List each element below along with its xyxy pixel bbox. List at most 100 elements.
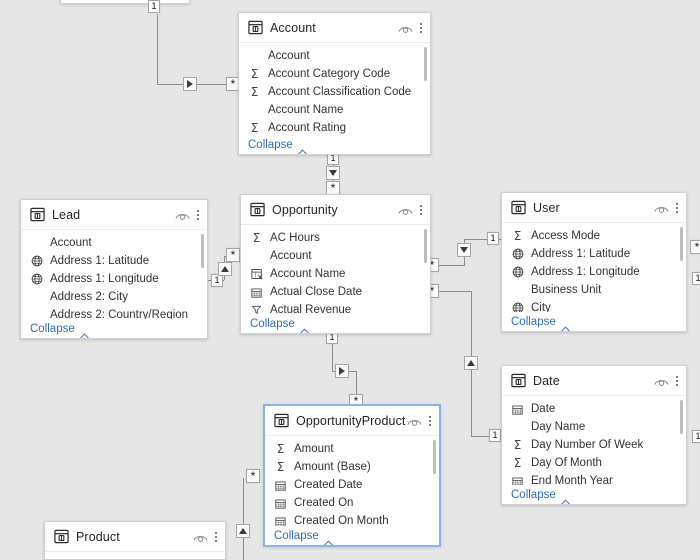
eye-icon[interactable] xyxy=(398,22,413,34)
field-list[interactable]: ΣAmountΣAmount (Base)Created DateCreated… xyxy=(265,436,439,526)
table-card-opportunityproduct[interactable]: OpportunityProductΣAmountΣAmount (Base)C… xyxy=(264,405,440,546)
cardinality-many[interactable]: * xyxy=(246,469,260,483)
more-options-icon[interactable] xyxy=(196,208,200,222)
table-header[interactable]: User xyxy=(502,193,686,223)
field-row[interactable]: City xyxy=(502,299,686,312)
collapse-footer[interactable]: Collapse xyxy=(502,312,686,331)
vertical-scrollbar[interactable] xyxy=(424,47,427,81)
partial-table-top-left[interactable] xyxy=(60,0,190,4)
cardinality-one[interactable]: 1 xyxy=(489,429,501,442)
relationship-line[interactable] xyxy=(157,14,158,84)
field-row[interactable]: ΣAccount Rating xyxy=(239,119,430,135)
field-row[interactable]: ΣDay Number Of Week xyxy=(502,436,686,454)
more-options-icon[interactable] xyxy=(419,21,423,35)
field-row[interactable]: Address 2: Country/Region xyxy=(21,306,207,319)
field-list[interactable]: AccountΣAccount Category CodeΣAccount Cl… xyxy=(239,43,430,135)
model-diagram-canvas[interactable]: 1 * 1 * 1 * * 1 * 1 1 * * * xyxy=(0,0,700,560)
cardinality-one[interactable]: 1 xyxy=(487,232,499,245)
table-card-user[interactable]: UserΣAccess ModeAddress 1: LatitudeAddre… xyxy=(501,192,687,332)
vertical-scrollbar[interactable] xyxy=(433,440,436,474)
arrow-right-icon[interactable] xyxy=(335,364,349,378)
field-row[interactable]: End Month Year xyxy=(502,472,686,485)
vertical-scrollbar[interactable] xyxy=(680,227,683,261)
chevron-up-icon[interactable] xyxy=(561,319,570,325)
field-row[interactable]: Created Date xyxy=(265,476,439,494)
table-card-product[interactable]: Product xyxy=(44,521,226,560)
table-card-account[interactable]: AccountAccountΣAccount Category CodeΣAcc… xyxy=(238,12,431,155)
table-header[interactable]: Account xyxy=(239,13,430,43)
arrow-right-icon[interactable] xyxy=(183,77,197,91)
more-options-icon[interactable] xyxy=(428,414,432,428)
table-card-opportunity[interactable]: OpportunityΣAC HoursAccountAccount NameA… xyxy=(240,194,431,334)
field-row[interactable]: Day Name xyxy=(502,418,686,436)
chevron-up-icon[interactable] xyxy=(80,326,89,332)
field-row[interactable]: Address 1: Latitude xyxy=(21,252,207,270)
collapse-footer[interactable]: Collapse xyxy=(239,135,430,154)
cardinality-many[interactable]: * xyxy=(226,248,240,262)
field-list[interactable]: AccountAddress 1: LatitudeAddress 1: Lon… xyxy=(21,230,207,319)
collapse-label[interactable]: Collapse xyxy=(30,323,75,335)
more-options-icon[interactable] xyxy=(675,201,679,215)
field-row[interactable]: Account Name xyxy=(241,265,430,283)
more-options-icon[interactable] xyxy=(214,530,218,544)
field-row[interactable]: ΣAccount Classification Code xyxy=(239,83,430,101)
table-header[interactable]: Product xyxy=(45,522,225,552)
arrow-up-icon[interactable] xyxy=(218,262,232,276)
field-list[interactable]: ΣAC HoursAccountAccount NameActual Close… xyxy=(241,225,430,314)
relationship-line[interactable] xyxy=(243,478,244,560)
more-options-icon[interactable] xyxy=(419,203,423,217)
field-row[interactable]: Business Unit xyxy=(502,281,686,299)
collapse-footer[interactable]: Collapse xyxy=(21,319,207,338)
table-header[interactable]: Lead xyxy=(21,200,207,230)
collapse-label[interactable]: Collapse xyxy=(250,318,295,330)
arrow-up-icon[interactable] xyxy=(464,356,478,370)
collapse-label[interactable]: Collapse xyxy=(511,316,556,328)
eye-icon[interactable] xyxy=(654,202,669,214)
field-row[interactable]: Actual Close Date xyxy=(241,283,430,301)
table-header[interactable]: Date xyxy=(502,366,686,396)
more-options-icon[interactable] xyxy=(675,374,679,388)
field-row[interactable]: ΣAccount Category Code xyxy=(239,65,430,83)
chevron-up-icon[interactable] xyxy=(324,533,333,539)
chevron-up-icon[interactable] xyxy=(300,321,309,327)
vertical-scrollbar[interactable] xyxy=(424,229,427,263)
collapse-footer[interactable]: Collapse xyxy=(241,314,430,333)
field-row[interactable]: ΣAmount (Base) xyxy=(265,458,439,476)
field-row[interactable]: Address 1: Latitude xyxy=(502,245,686,263)
field-row[interactable]: Address 1: Longitude xyxy=(21,270,207,288)
table-card-date[interactable]: DateDateDay NameΣDay Number Of WeekΣDay … xyxy=(501,365,687,505)
field-row[interactable]: Created On xyxy=(265,494,439,512)
field-row[interactable]: ΣAccess Mode xyxy=(502,227,686,245)
field-list[interactable]: ΣAccess ModeAddress 1: LatitudeAddress 1… xyxy=(502,223,686,312)
vertical-scrollbar[interactable] xyxy=(201,234,204,268)
chevron-up-icon[interactable] xyxy=(298,142,307,148)
field-row[interactable]: ΣAC Hours xyxy=(241,229,430,247)
table-card-lead[interactable]: LeadAccountAddress 1: LatitudeAddress 1:… xyxy=(20,199,208,339)
field-row[interactable]: ΣDay Of Month xyxy=(502,454,686,472)
collapse-footer[interactable]: Collapse xyxy=(265,526,439,545)
cardinality-one[interactable]: 1 xyxy=(692,430,700,443)
arrow-down-icon[interactable] xyxy=(326,166,340,180)
field-row[interactable]: Account xyxy=(241,247,430,265)
collapse-label[interactable]: Collapse xyxy=(511,489,556,501)
eye-icon[interactable] xyxy=(407,415,422,427)
collapse-footer[interactable]: Collapse xyxy=(502,485,686,504)
field-row[interactable]: Account Name xyxy=(239,101,430,119)
chevron-up-icon[interactable] xyxy=(561,492,570,498)
arrow-up-icon[interactable] xyxy=(236,524,250,538)
table-header[interactable]: OpportunityProduct xyxy=(265,406,439,436)
eye-icon[interactable] xyxy=(193,531,208,543)
field-list[interactable]: DateDay NameΣDay Number Of WeekΣDay Of M… xyxy=(502,396,686,485)
eye-icon[interactable] xyxy=(175,209,190,221)
table-header[interactable]: Opportunity xyxy=(241,195,430,225)
cardinality-many[interactable]: * xyxy=(690,240,700,254)
field-row[interactable]: Address 1: Longitude xyxy=(502,263,686,281)
field-row[interactable]: ΣAmount xyxy=(265,440,439,458)
field-row[interactable]: Address 2: City xyxy=(21,288,207,306)
field-row[interactable]: Created On Month xyxy=(265,512,439,526)
field-row[interactable]: Actual Revenue xyxy=(241,301,430,314)
eye-icon[interactable] xyxy=(398,204,413,216)
collapse-label[interactable]: Collapse xyxy=(274,530,319,542)
eye-icon[interactable] xyxy=(654,375,669,387)
field-row[interactable]: Account xyxy=(239,47,430,65)
